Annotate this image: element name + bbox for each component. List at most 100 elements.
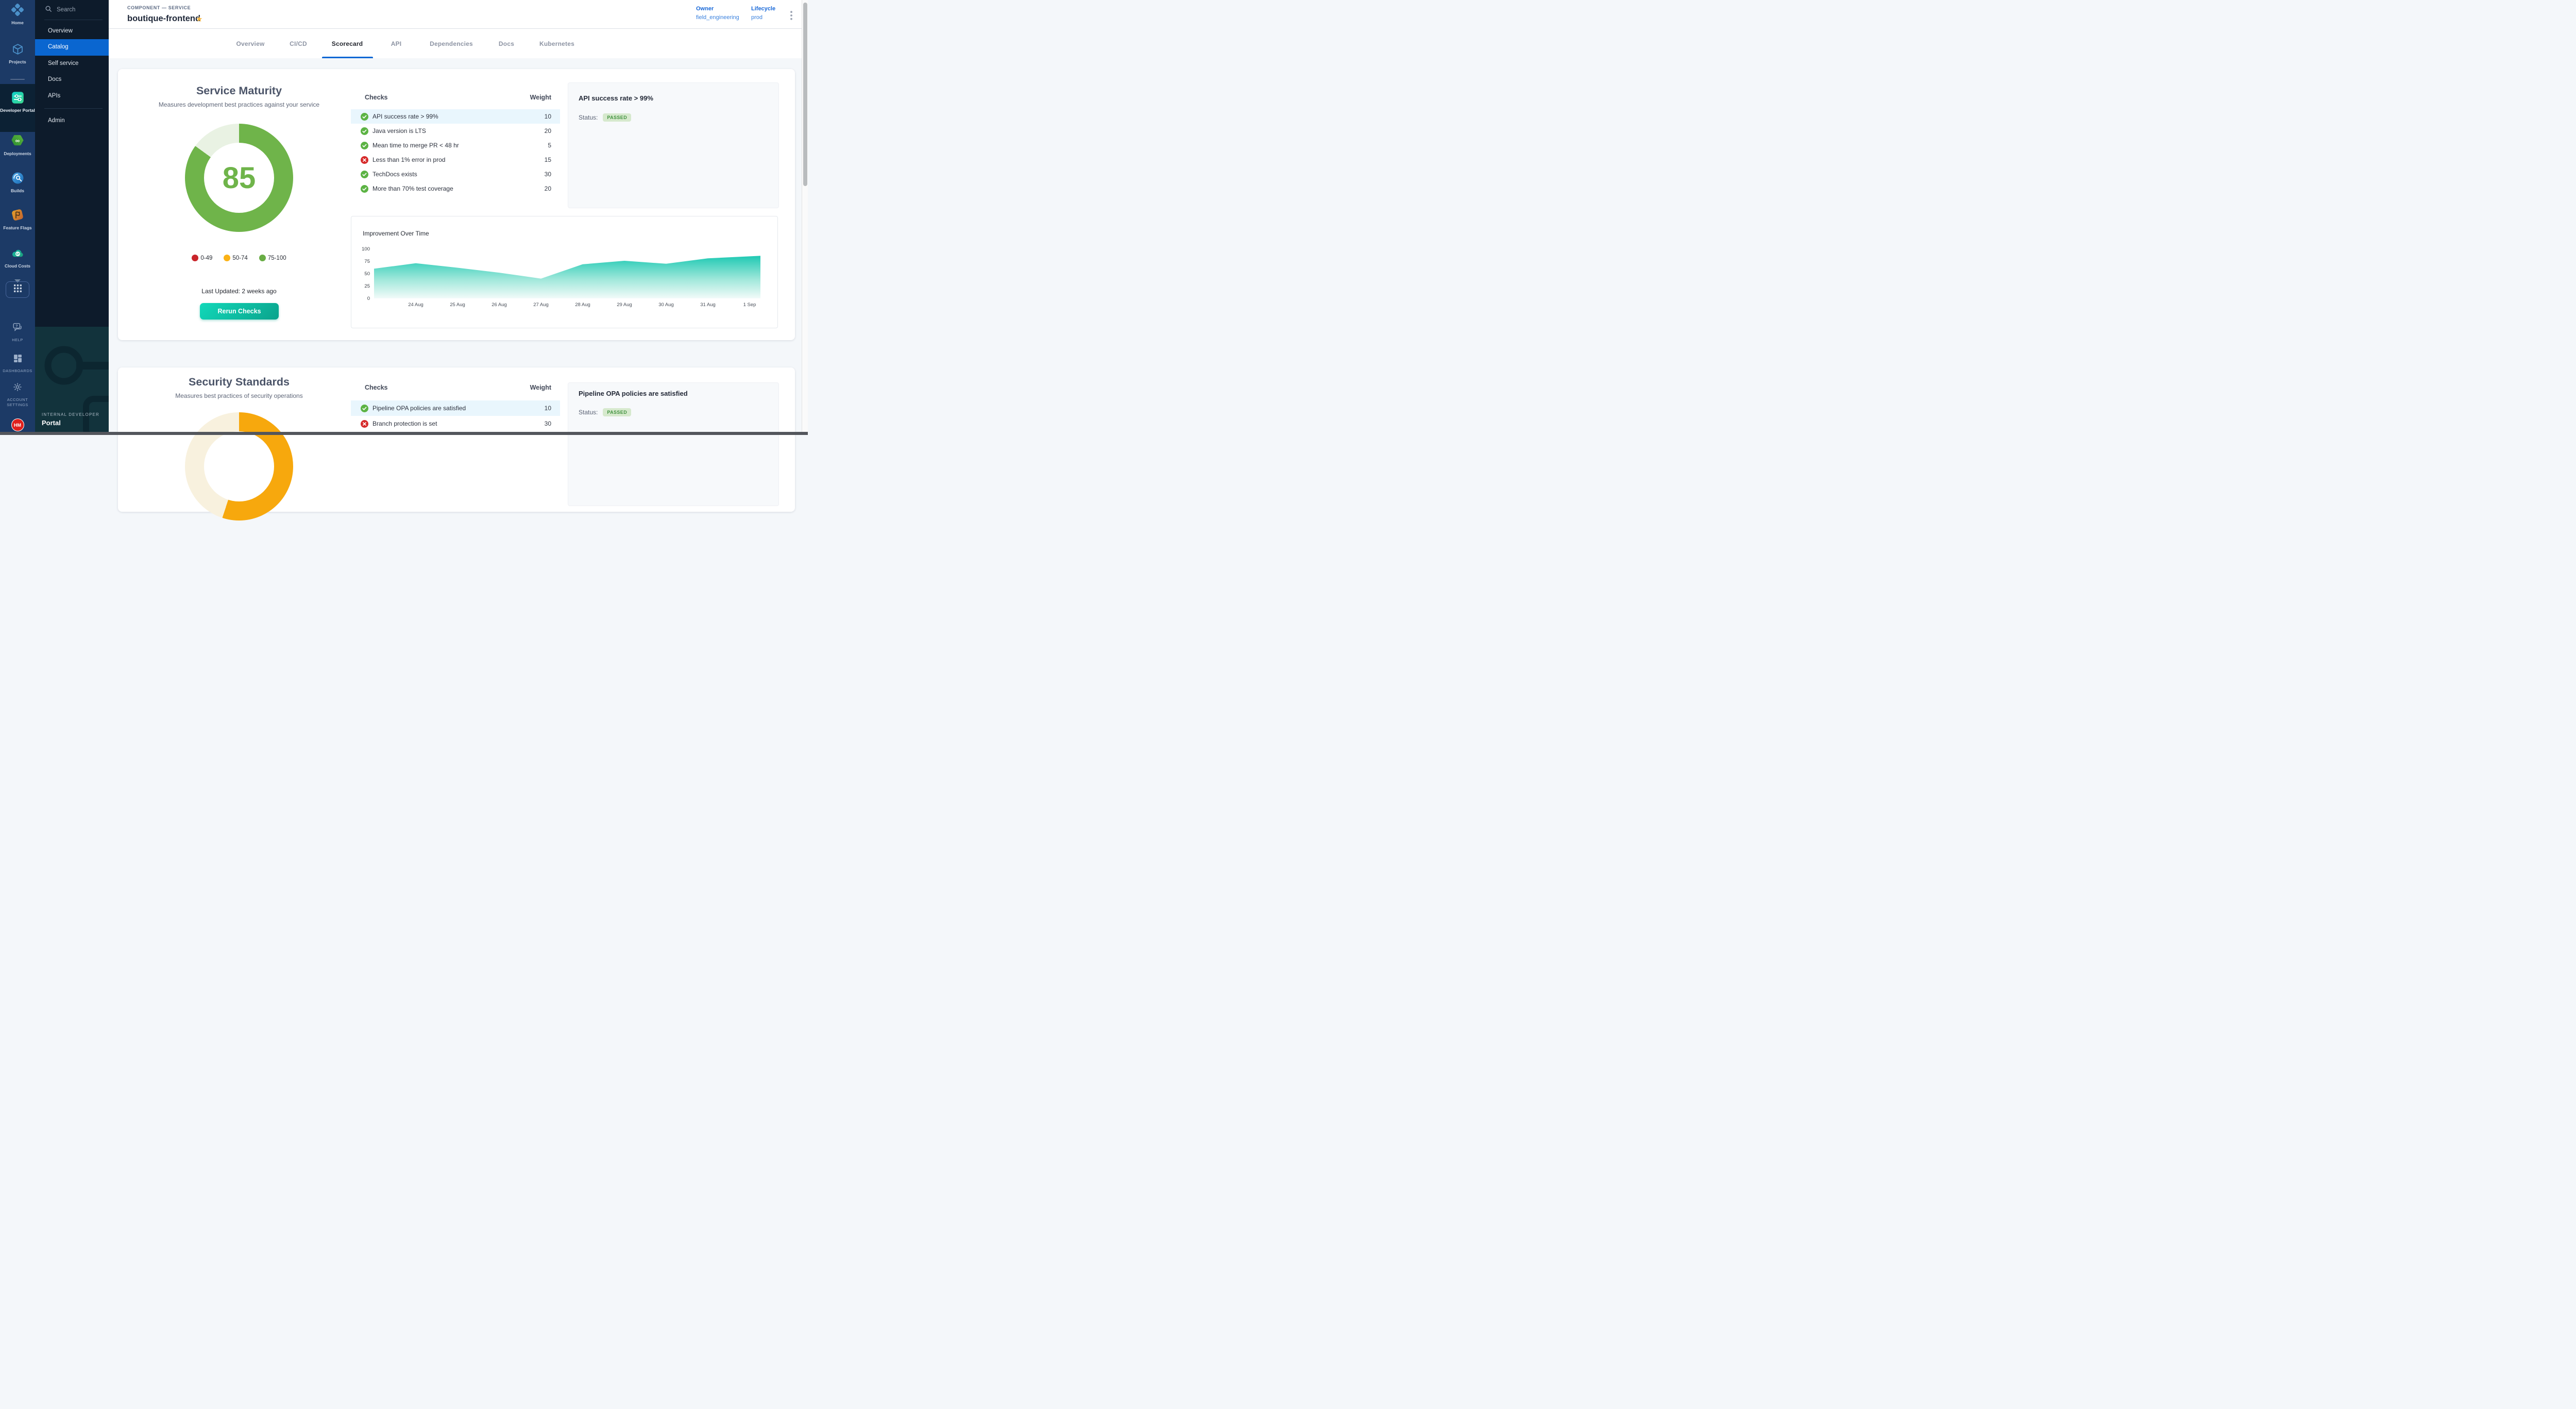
favorite-star-icon[interactable]: ★ [196,14,202,24]
tab-overview[interactable]: Overview [236,29,265,58]
cloud-costs-icon: $ [11,246,25,263]
score-legend: 0-4950-7475-100 [118,255,360,261]
rail-item-feature-flags[interactable]: Feature Flags [0,209,35,231]
x-axis-tick: 25 Aug [450,302,465,308]
projects-cube-icon [11,43,24,58]
rail-item-builds[interactable]: Builds [0,172,35,194]
search-label: Search [57,7,75,13]
rail-item-developer-portal[interactable]: Developer Portal [0,84,35,132]
check-weight: 10 [545,113,551,120]
rail-item-module-picker[interactable] [0,281,35,298]
search-icon [45,5,52,14]
check-weight: 30 [545,420,551,427]
portal-eyebrow: INTERNAL DEVELOPER [42,412,99,417]
tab-api[interactable]: API [391,29,402,58]
checks-column-header: Checks [365,384,387,391]
svg-text:∞: ∞ [15,137,20,144]
sidebar-item-apis[interactable]: APIs [35,88,109,104]
check-detail-panel: Pipeline OPA policies are satisfied Stat… [568,382,779,506]
check-weight: 30 [545,171,551,178]
sidebar-item-catalog[interactable]: Catalog [35,39,109,55]
status-badge: PASSED [603,113,631,122]
check-label: TechDocs exists [372,171,545,178]
sidebar-item-overview[interactable]: Overview [35,23,109,39]
tab-docs[interactable]: Docs [499,29,514,58]
check-row[interactable]: TechDocs exists30 [351,167,560,181]
check-row[interactable]: Pipeline OPA policies are satisfied10 [351,400,560,416]
x-axis-tick: 1 Sep [743,302,756,308]
status-badge: PASSED [603,408,631,416]
nav-divider [44,108,103,109]
maturity-score-value: 85 [223,161,256,195]
owner-link[interactable]: field_engineering [696,14,739,21]
sidebar-item-self-service[interactable]: Self service [35,56,109,72]
sidebar-item-docs[interactable]: Docs [35,72,109,88]
active-tab-underline [322,57,373,58]
legend-dot [192,255,198,261]
y-axis-tick: 75 [351,259,370,264]
check-passed-icon [361,405,368,412]
rerun-checks-button[interactable]: Rerun Checks [200,303,279,320]
tab-kubernetes[interactable]: Kubernetes [539,29,574,58]
service-maturity-card: Service Maturity Measures development be… [118,69,795,340]
search-button[interactable]: Search [45,5,75,14]
tab-ci-cd[interactable]: CI/CD [290,29,307,58]
weight-column-header: Weight [530,384,551,391]
check-label: Mean time to merge PR < 48 hr [372,142,548,149]
y-axis-tick: 0 [351,296,370,301]
rail-item-account-settings[interactable]: ACCOUNT SETTINGS [0,381,35,408]
check-row[interactable]: More than 70% test coverage20 [351,181,560,196]
area-chart-plot [374,249,760,298]
rail-item-help[interactable]: ?HELP [0,322,35,343]
legend-item: 75-100 [259,255,286,261]
builds-icon [11,172,24,187]
check-row[interactable]: Branch protection is set30 [351,416,560,431]
improvement-chart: Improvement Over Time 1007550250 24 Aug2… [351,216,778,328]
entity-header: COMPONENT — SERVICE boutique-frontend ★ … [109,0,808,29]
rail-item-home[interactable]: Home [0,4,35,26]
sidebar-item-admin[interactable]: Admin [35,113,109,129]
user-avatar[interactable]: HM [0,418,35,431]
check-passed-icon [361,171,368,178]
y-axis-tick: 100 [351,246,370,252]
checks-column-header: Checks [365,94,387,101]
check-row[interactable]: Less than 1% error in prod15 [351,153,560,167]
rail-item-dashboards[interactable]: DASHBOARDS [0,353,35,374]
lifecycle-label: Lifecycle [751,6,775,12]
check-row[interactable]: Java version is LTS20 [351,124,560,138]
check-label: Less than 1% error in prod [372,156,545,163]
check-row[interactable]: Mean time to merge PR < 48 hr5 [351,138,560,153]
check-label: Pipeline OPA policies are satisfied [372,405,545,412]
check-failed-icon [361,156,368,164]
check-detail-title: Pipeline OPA policies are satisfied [579,390,778,397]
y-axis-tick: 50 [351,271,370,277]
legend-dot [224,255,230,261]
scrollbar-thumb[interactable] [803,3,807,186]
more-options-kebab-icon[interactable] [787,10,795,24]
check-row[interactable]: API success rate > 99%10 [351,109,560,124]
owner-label: Owner [696,6,739,12]
gear-icon [13,382,22,394]
developer-portal-icon [11,91,25,107]
rail-item-cloud-costs[interactable]: $Cloud Costs [0,247,35,269]
rail-item-projects[interactable]: Projects [0,43,35,65]
tab-dependencies[interactable]: Dependencies [430,29,473,58]
legend-item: 0-49 [192,255,212,261]
check-label: Java version is LTS [372,127,545,135]
x-axis-tick: 30 Aug [658,302,674,308]
x-axis-tick: 28 Aug [575,302,590,308]
check-label: API success rate > 99% [372,113,545,120]
x-axis-tick: 26 Aug [492,302,507,308]
svg-text:?: ? [15,325,18,328]
waffle-icon [14,284,22,295]
rail-item-deployments[interactable]: ∞Deployments [0,135,35,157]
scorecard-title: Security Standards [118,376,360,389]
check-detail-panel: API success rate > 99% Status: PASSED [568,82,779,208]
check-detail-title: API success rate > 99% [579,94,778,102]
check-passed-icon [361,113,368,121]
harness-home-icon [11,3,24,19]
tab-scorecard[interactable]: Scorecard [332,29,363,58]
svg-text:$: $ [16,251,19,256]
bottom-window-edge [0,432,808,435]
secondary-sidebar: Search OverviewCatalogSelf serviceDocsAP… [35,0,109,435]
